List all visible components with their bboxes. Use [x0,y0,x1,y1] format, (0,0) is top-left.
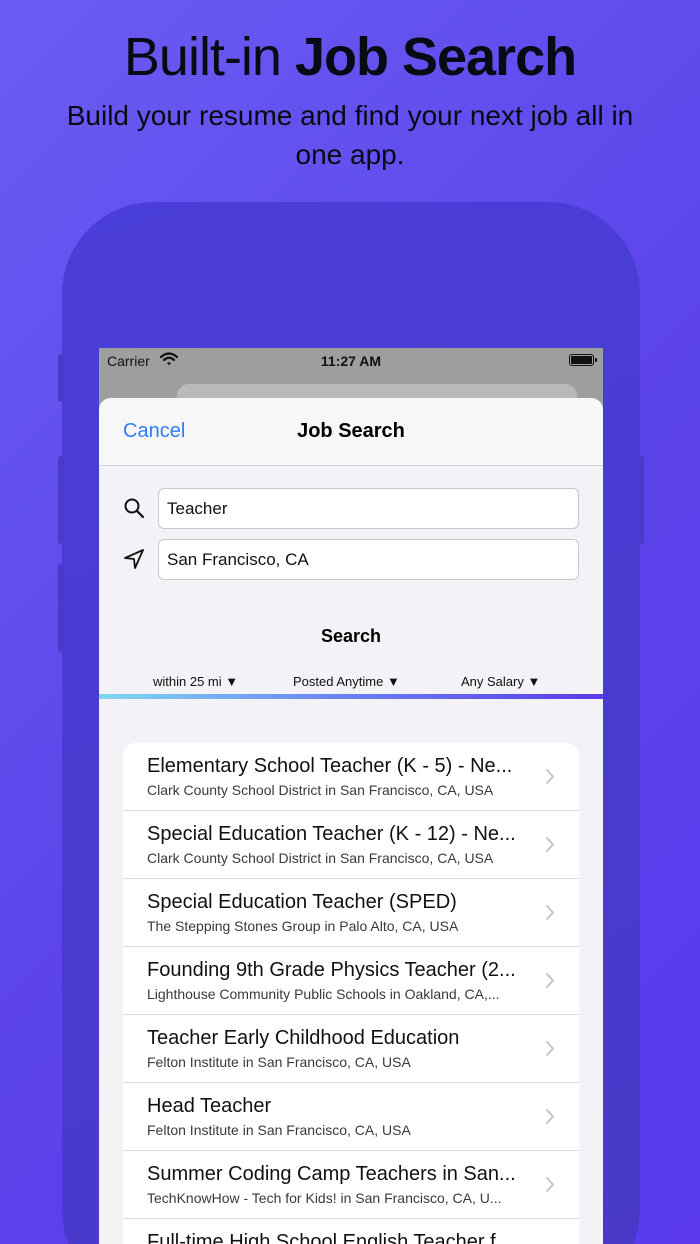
subheadline: Build your resume and find your next job… [66,100,634,170]
keyword-row [123,488,579,529]
location-row [123,539,579,580]
headline: Built-in Job Search [0,26,700,88]
chevron-right-icon [545,836,555,853]
list-item[interactable]: Head Teacher Felton Institute in San Fran… [123,1083,579,1151]
results-list: Elementary School Teacher (K - 5) - Ne..… [123,743,579,1244]
job-company-location: Felton Institute in San Francisco, CA, U… [147,1122,411,1138]
chevron-right-icon [545,768,555,785]
search-button[interactable]: Search [99,626,603,647]
phone-side-button-1 [58,354,64,402]
job-company-location: Lighthouse Community Public Schools in O… [147,986,500,1002]
list-item[interactable]: Full-time High School English Teacher f.… [123,1219,579,1244]
job-search-sheet: Cancel Job Search Teacher San Francisco,… [99,398,603,1244]
status-time: 11:27 AM [320,353,382,369]
chevron-right-icon [545,1040,555,1057]
status-bar: Carrier 11:27 AM [99,348,603,374]
job-title: Special Education Teacher (SPED) [147,891,457,913]
location-input[interactable] [158,539,579,580]
phone-side-button-3 [58,564,64,652]
job-company-location: The Stepping Stones Group in Palo Alto, … [147,918,459,934]
job-title: Special Education Teacher (K - 12) - Ne.… [147,823,516,845]
list-item[interactable]: Teacher Early Childhood Education Felton … [123,1015,579,1083]
job-title: Elementary School Teacher (K - 5) - Ne..… [147,755,513,777]
job-company-location: Felton Institute in San Francisco, CA, U… [147,1054,411,1070]
job-title: Summer Coding Camp Teachers in San... [147,1163,516,1185]
salary-filter[interactable]: Any Salary ▼ [461,674,540,689]
list-item[interactable]: Summer Coding Camp Teachers in San... Tec… [123,1151,579,1219]
job-title: Teacher Early Childhood Education [147,1027,460,1049]
phone-side-button-4 [638,456,644,544]
list-item[interactable]: Special Education Teacher (SPED) The Step… [123,879,579,947]
chevron-right-icon [545,972,555,989]
job-title: Full-time High School English Teacher f.… [147,1231,513,1244]
search-icon [123,497,145,519]
headline-light: Built-in [123,27,282,87]
job-company-location: Clark County School District in San Fran… [147,850,494,866]
phone-screen: Carrier 11:27 AM Cancel Job Search Teach… [99,348,603,1244]
results-area: Elementary School Teacher (K - 5) - Ne..… [99,699,603,1244]
location-arrow-icon [123,548,145,570]
search-form: Search within 25 mi ▼ Posted Anytime ▼ A… [99,466,603,696]
headline-bold: Job Search [294,27,577,87]
chevron-right-icon [545,1176,555,1193]
list-item[interactable]: Special Education Teacher (K - 12) - Ne.… [123,811,579,879]
battery-icon [569,354,597,366]
list-item[interactable]: Founding 9th Grade Physics Teacher (2...… [123,947,579,1015]
nav-title: Job Search [297,420,405,442]
job-title: Founding 9th Grade Physics Teacher (2... [147,959,516,981]
job-company-location: TechKnowHow - Tech for Kids! in San Fran… [147,1190,502,1206]
nav-bar: Cancel Job Search [99,398,603,466]
job-title: Head Teacher [147,1095,272,1117]
phone-side-button-2 [58,456,64,544]
posted-filter[interactable]: Posted Anytime ▼ [293,674,400,689]
job-company-location: Clark County School District in San Fran… [147,782,494,798]
keyword-input[interactable] [158,488,579,529]
list-item[interactable]: Elementary School Teacher (K - 5) - Ne..… [123,743,579,811]
chevron-right-icon [545,1108,555,1125]
distance-filter[interactable]: within 25 mi ▼ [153,674,238,689]
chevron-right-icon [545,904,555,921]
